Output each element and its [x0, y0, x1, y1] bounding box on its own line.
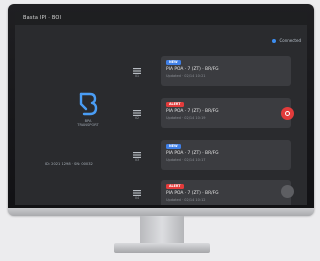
router-b-logo-icon [79, 92, 98, 116]
lane-connector[interactable]: 02 [131, 110, 143, 121]
lane-number: 04 [134, 196, 140, 200]
monitor-chin [8, 208, 314, 216]
status-badge: ALERT [166, 184, 184, 189]
app-screen: Basta IPI · BOI Connected BPA TRANSPORT … [15, 12, 307, 205]
monitor-stand-neck [140, 216, 184, 244]
card-subtitle: Updated · 02/14 10:19 [166, 116, 206, 120]
card-title: PIA POA · 7 (ZT) · BR/FG [166, 191, 219, 196]
card-subtitle: Updated · 02/14 10:12 [166, 198, 206, 202]
channel-card[interactable]: ALERT PIA POA · 7 (ZT) · BR/FG Updated ·… [161, 98, 291, 128]
device-name-line: TRANSPORT [77, 123, 99, 128]
window-title: Basta IPI · BOI [23, 15, 62, 21]
status-label: Connected [279, 38, 301, 43]
card-title: PIA POA · 7 (ZT) · BR/FG [166, 67, 219, 72]
lane-number: 02 [134, 116, 140, 120]
status-dot-icon [272, 38, 277, 43]
channel-card[interactable]: NEW PIA POA · 7 (ZT) · BR/FG Updated · 0… [161, 140, 291, 170]
device-id: ID: 2021 1298 · SN: 00032 [45, 162, 93, 166]
channel-card[interactable]: ALERT PIA POA · 7 (ZT) · BR/FG Updated ·… [161, 180, 291, 205]
card-subtitle: Updated · 02/14 10:21 [166, 74, 206, 78]
alert-action-button[interactable] [281, 107, 294, 120]
status-badge: NEW [166, 144, 181, 149]
secondary-action-button[interactable] [281, 185, 294, 198]
status-badge: ALERT [166, 102, 184, 107]
card-title: PIA POA · 7 (ZT) · BR/FG [166, 151, 219, 156]
title-bar: Basta IPI · BOI [15, 12, 307, 25]
device-node[interactable]: BPA TRANSPORT [67, 92, 109, 127]
lane-number: 01 [134, 74, 140, 78]
lane-connector[interactable]: 03 [131, 152, 143, 163]
lane-connector[interactable]: 01 [131, 68, 143, 79]
channel-card[interactable]: NEW PIA POA · 7 (ZT) · BR/FG Updated · 0… [161, 56, 291, 86]
lane-connector[interactable]: 04 [131, 190, 143, 201]
connection-status[interactable]: Connected [272, 38, 301, 43]
monitor-stand-base [114, 243, 210, 253]
lane-number: 03 [134, 158, 140, 162]
device-name: BPA TRANSPORT [67, 119, 109, 127]
status-badge: NEW [166, 60, 181, 65]
card-subtitle: Updated · 02/14 10:17 [166, 158, 206, 162]
product-photo: Basta IPI · BOI Connected BPA TRANSPORT … [0, 0, 320, 261]
card-title: PIA POA · 7 (ZT) · BR/FG [166, 109, 219, 114]
